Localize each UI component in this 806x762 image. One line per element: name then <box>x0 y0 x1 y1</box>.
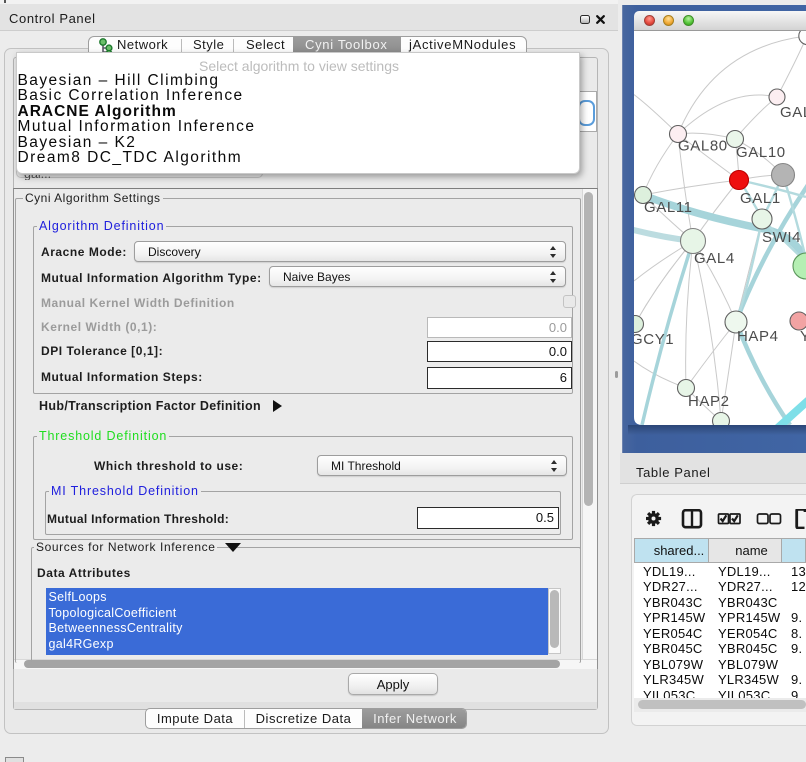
svg-text:HAP4: HAP4 <box>737 328 779 345</box>
svg-text:GAL11: GAL11 <box>644 199 693 216</box>
svg-text:HAP2: HAP2 <box>688 393 730 410</box>
svg-text:Y: Y <box>800 328 806 345</box>
svg-text:GAL80: GAL80 <box>678 138 728 155</box>
svg-text:GAL10: GAL10 <box>736 144 786 161</box>
svg-text:GAL2: GAL2 <box>780 104 806 121</box>
svg-text:SWI4: SWI4 <box>762 229 801 246</box>
svg-text:GAL4: GAL4 <box>694 250 735 267</box>
svg-text:GAL1: GAL1 <box>740 190 781 207</box>
svg-text:GCY1: GCY1 <box>634 331 674 348</box>
